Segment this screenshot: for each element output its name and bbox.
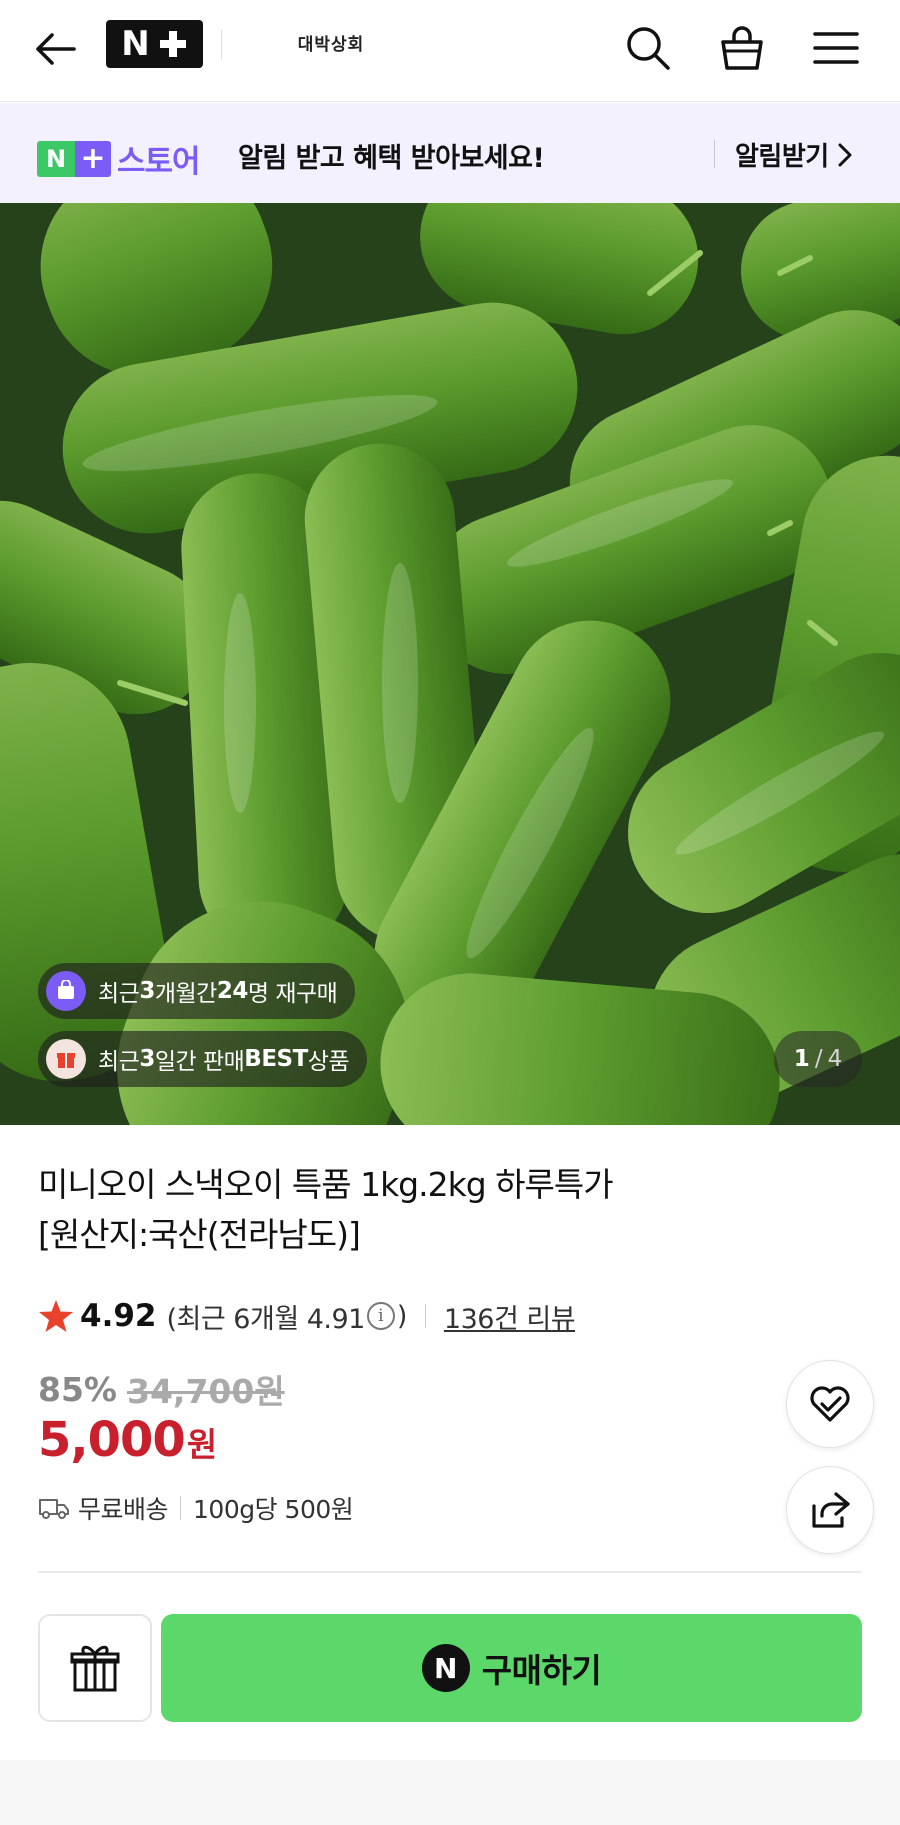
chevron-right-icon xyxy=(838,143,852,166)
section-divider xyxy=(38,1571,862,1573)
reviews-link[interactable]: 136건 리뷰 xyxy=(444,1297,576,1336)
shopping-bag-badge-icon xyxy=(46,971,86,1011)
price-amount: 5,000 xyxy=(38,1412,186,1468)
plus-icon xyxy=(158,29,188,59)
product-title-line1: 미니오이 스낵오이 특품 1kg.2kg 하루특가 xyxy=(38,1165,614,1204)
rating-row: 4.92 (최근 6개월 4.91 i ) 136건 리뷰 xyxy=(38,1296,576,1336)
gift-button[interactable] xyxy=(38,1614,152,1722)
sale-price: 5,000 원 xyxy=(38,1412,217,1468)
price-unit: 원 xyxy=(186,1425,218,1464)
banner-message: 알림 받고 혜택 받아보세요! xyxy=(238,143,545,174)
unit-price: 100g당 500원 xyxy=(193,1495,354,1524)
gift-icon xyxy=(70,1645,120,1692)
wishlist-button[interactable] xyxy=(786,1360,874,1448)
share-icon xyxy=(812,1492,850,1528)
logo-n-letter: N xyxy=(121,24,150,64)
original-price: 34,700원 xyxy=(127,1372,285,1411)
rating-divider xyxy=(424,1304,426,1328)
logo-n: N xyxy=(37,140,75,177)
nplus-store-logo: N + 스토어 xyxy=(37,136,201,181)
repurchase-badge: 최근 3 개월간 24 명 재구매 xyxy=(38,963,356,1019)
pager-total: 4 xyxy=(827,1046,843,1072)
best-prefix: 최근 xyxy=(98,1049,140,1075)
repurchase-mid: 개월간 xyxy=(154,981,217,1007)
best-days: 3 xyxy=(139,1046,155,1072)
gift-box-badge-icon xyxy=(46,1039,86,1079)
search-icon[interactable] xyxy=(620,20,676,76)
header-divider xyxy=(221,30,222,60)
product-title-line2: [원산지:국산(전라남도)] xyxy=(38,1215,361,1254)
shipping-label: 무료배송 xyxy=(78,1495,169,1524)
logo-store-word: 스토어 xyxy=(117,144,201,180)
discount-rate: 85% xyxy=(38,1369,117,1409)
discount-row: 85% 34,700원 xyxy=(38,1365,285,1413)
bottom-safe-area xyxy=(0,1760,900,1825)
naver-plus-logo[interactable]: N xyxy=(106,20,203,68)
repurchase-months: 3 xyxy=(139,978,155,1004)
star-icon xyxy=(39,1300,73,1332)
heart-check-icon xyxy=(810,1386,850,1422)
notify-link-label: 알림받기 xyxy=(735,142,829,172)
top-header: N 대박상회 xyxy=(0,0,900,102)
repurchase-suffix: 명 재구매 xyxy=(247,981,338,1007)
notify-link[interactable]: 알림받기 xyxy=(735,136,853,173)
store-name[interactable]: 대박상회 xyxy=(256,30,406,55)
pager-separator: / xyxy=(814,1046,823,1072)
best-seller-badge: 최근 3 일간 판매 BEST 상품 xyxy=(38,1031,368,1087)
menu-icon[interactable] xyxy=(808,20,864,76)
banner-divider xyxy=(714,140,715,168)
pager-current: 1 xyxy=(793,1046,810,1072)
best-mid: 일간 판매 xyxy=(154,1049,245,1075)
recent-rating-close: ) xyxy=(396,1300,408,1332)
shipping-divider xyxy=(180,1496,182,1520)
naver-pay-icon: N xyxy=(421,1644,470,1692)
best-suffix: 상품 xyxy=(307,1049,350,1075)
buy-now-label: 구매하기 xyxy=(481,1651,602,1690)
recent-rating-text: (최근 6개월 4.91 xyxy=(166,1303,366,1335)
shopping-bag-icon[interactable] xyxy=(714,20,770,76)
buy-now-button[interactable]: N 구매하기 xyxy=(161,1614,862,1722)
shipping-row: 무료배송 100g당 500원 xyxy=(38,1490,354,1526)
rating-score: 4.92 xyxy=(80,1298,157,1334)
product-title: 미니오이 스낵오이 특품 1kg.2kg 하루특가 [원산지:국산(전라남도)] xyxy=(38,1160,678,1260)
best-word: BEST xyxy=(244,1046,308,1072)
delivery-truck-icon xyxy=(39,1499,69,1519)
back-arrow-icon[interactable] xyxy=(30,24,80,74)
logo-plus: + xyxy=(75,140,111,177)
repurchase-prefix: 최근 xyxy=(98,981,140,1007)
repurchase-count: 24 xyxy=(216,978,249,1004)
product-image[interactable]: 최근 3 개월간 24 명 재구매 최근 3 일간 판매 BEST 상품 xyxy=(0,203,900,1125)
share-button[interactable] xyxy=(786,1466,874,1554)
image-pager: 1 / 4 xyxy=(774,1031,862,1087)
info-icon[interactable]: i xyxy=(366,1302,395,1330)
